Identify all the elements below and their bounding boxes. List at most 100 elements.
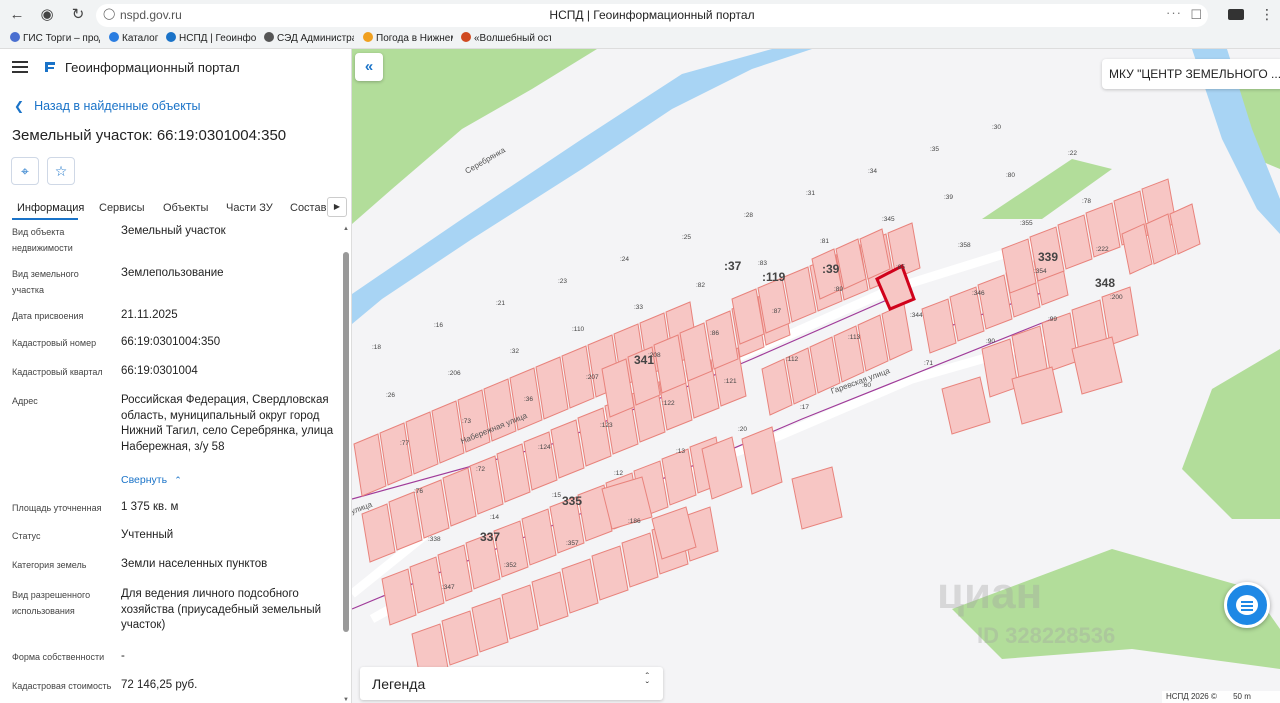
property-label: Форма собственности — [12, 652, 105, 662]
parcel-label: :82 — [696, 282, 705, 289]
property-value: Для ведения личного подсобного хозяйства… — [121, 588, 322, 631]
bookmark-item[interactable]: НСПД | Геоинфор — [166, 32, 256, 47]
scroll-down-icon[interactable]: ▼ — [342, 697, 350, 703]
star-icon: ☆ — [54, 163, 68, 179]
property-label: Адрес — [12, 396, 38, 406]
menu-icon[interactable] — [12, 61, 28, 73]
property-label: Площадь уточненная — [12, 503, 102, 513]
scrollbar-thumb[interactable] — [343, 252, 349, 632]
property-label: Вид объекта недвижимости — [12, 227, 73, 253]
parcel-label: :90 — [986, 338, 995, 345]
parcel-label: :20 — [738, 426, 747, 433]
parcel-label: :31 — [806, 190, 815, 197]
parcel[interactable] — [591, 545, 629, 601]
parcel[interactable] — [679, 322, 713, 382]
quarter-label: :119 — [762, 270, 786, 284]
favorite-button[interactable]: ☆ — [47, 157, 75, 185]
parcel-label: :99 — [1048, 316, 1057, 323]
collapse-link[interactable]: Свернуть ⌃ — [121, 473, 339, 489]
collapse-sidebar-button[interactable]: « — [355, 53, 383, 81]
parcel-label: :18 — [372, 344, 381, 351]
address-bar[interactable]: ◯ nspd.gov.ru НСПД | Геоинформационный п… — [96, 4, 1208, 27]
portal-logo-icon — [45, 62, 55, 72]
parcel-label: :21 — [496, 300, 505, 307]
shield-icon[interactable]: ◉ — [37, 5, 57, 25]
tab-objects[interactable]: Объекты — [163, 202, 208, 214]
parcel[interactable] — [437, 544, 473, 602]
parcel[interactable] — [791, 466, 843, 530]
parcel-label: :357 — [566, 540, 579, 547]
parcel-label: :110 — [572, 326, 585, 333]
parcel[interactable] — [501, 584, 539, 640]
bookmark-item[interactable]: ГИС Торги – прод — [10, 32, 100, 47]
tabs-next-button[interactable]: ▶ — [327, 197, 347, 217]
scroll-up-icon[interactable]: ▲ — [342, 226, 350, 232]
parcel[interactable] — [441, 610, 479, 666]
parcel-label: :26 — [386, 392, 395, 399]
scrollbar[interactable]: ▲ ▼ — [342, 224, 350, 703]
parcel-label: :14 — [490, 514, 499, 521]
tab-parts[interactable]: Части ЗУ — [226, 202, 273, 214]
tab-composition[interactable]: Состав — [290, 202, 326, 214]
map[interactable]: :119:39 339 348 341:37 335 337 Набережная улиц… — [352, 49, 1280, 703]
parcel[interactable] — [561, 558, 599, 614]
layer-select[interactable]: МКУ "ЦЕНТР ЗЕМЕЛЬНОГО ... — [1102, 59, 1280, 89]
parcel-label: :87 — [772, 308, 781, 315]
tab-services[interactable]: Сервисы — [99, 202, 145, 214]
expand-collapse-icon[interactable]: ˆˇ — [646, 673, 649, 692]
parcel[interactable] — [621, 532, 659, 588]
parcel-label: :208 — [648, 352, 661, 359]
parcel[interactable] — [661, 448, 697, 506]
quarter-label: :39 — [822, 262, 840, 276]
more-icon[interactable]: ··· — [1166, 5, 1182, 20]
bookmark-icon[interactable]: ☐ — [1190, 7, 1202, 23]
legend-label: Легенда — [372, 676, 426, 692]
watermark-id: ID 328228536 — [977, 623, 1116, 648]
bookmarks-bar: ГИС Торги – прод Каталог НСПД | Геоинфор… — [0, 30, 1280, 49]
property-value: Земельный участок — [121, 225, 226, 237]
back-icon[interactable]: ← — [7, 5, 27, 25]
tab-information[interactable]: Информация — [17, 202, 84, 214]
parcel-label: :78 — [1082, 198, 1091, 205]
back-to-results-link[interactable]: ❮ Назад в найденные объекты — [14, 99, 201, 113]
parcel[interactable] — [1057, 214, 1093, 270]
reload-icon[interactable]: ↻ — [68, 5, 88, 25]
parcel-label: :354 — [1034, 268, 1047, 275]
bookmark-item[interactable]: Погода в Нижнем — [363, 32, 453, 47]
parcel[interactable] — [381, 568, 417, 626]
parcel-label: :123 — [600, 422, 613, 429]
parcel-label: :86 — [710, 330, 719, 337]
parcel[interactable] — [531, 571, 569, 627]
parcel[interactable] — [409, 556, 445, 614]
parcel[interactable] — [701, 436, 743, 500]
parcel[interactable] — [361, 503, 396, 563]
property-value: Российская Федерация, Свердловская облас… — [121, 394, 334, 453]
parcel[interactable] — [388, 491, 423, 551]
parcel[interactable] — [941, 376, 991, 435]
parcel-label: :222 — [1096, 246, 1109, 253]
parcel-label: :36 — [524, 396, 533, 403]
browser-menu-icon[interactable]: ⋮ — [1260, 6, 1274, 23]
quarter-label: 348 — [1095, 276, 1115, 290]
parcel-label: :358 — [958, 242, 971, 249]
parcel-label: :35 — [930, 146, 939, 153]
parcel-label: :30 — [992, 124, 1001, 131]
active-tab-indicator — [12, 218, 78, 220]
chat-button[interactable] — [1224, 582, 1270, 628]
bookmark-item[interactable]: СЭД Администра — [264, 32, 354, 47]
parcel-label: :355 — [1020, 220, 1033, 227]
map-canvas[interactable]: :119:39339348341:37335337Набережная улиц… — [352, 49, 1280, 703]
parcel[interactable] — [469, 455, 504, 515]
parcel[interactable] — [977, 274, 1013, 330]
parcel-label: :24 — [620, 256, 629, 263]
locate-on-map-button[interactable]: ⌖ — [11, 157, 39, 185]
legend-panel[interactable]: Легенда ˆˇ — [360, 667, 663, 700]
bookmark-item[interactable]: Каталог — [109, 32, 161, 47]
parcel[interactable] — [921, 298, 957, 354]
extension-icon[interactable] — [1228, 9, 1244, 20]
bookmark-item[interactable]: «Волшебный остр — [461, 32, 551, 47]
zoom-to-object-icon: ⌖ — [21, 163, 29, 179]
property-value: 72 146,25 руб. — [121, 679, 198, 691]
property-label: Статус — [12, 531, 41, 541]
parcel[interactable] — [471, 597, 509, 653]
